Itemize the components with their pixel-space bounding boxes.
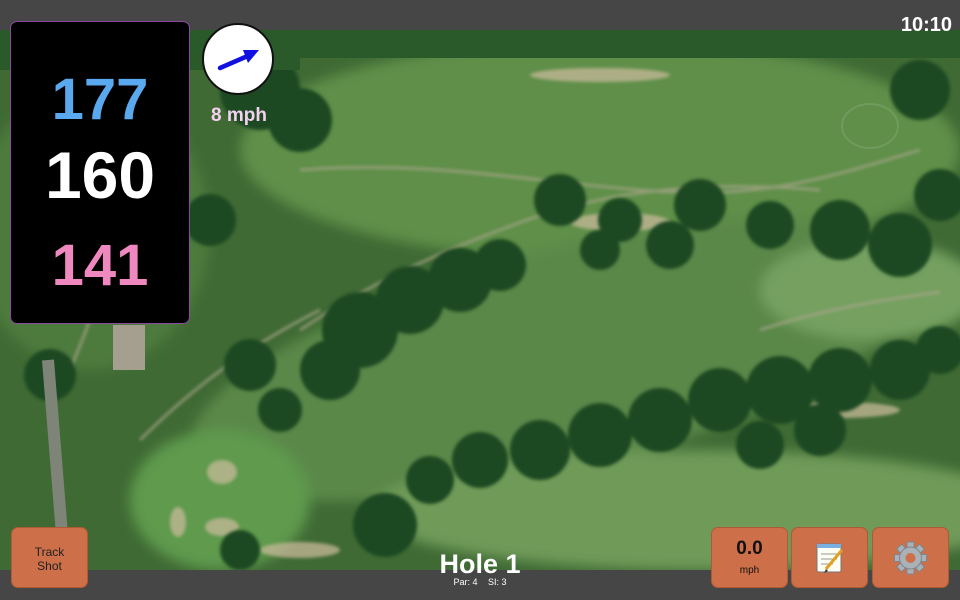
back-distance: 177 <box>51 67 149 132</box>
hole-par: Par: 4 <box>453 577 478 587</box>
hole-title: Hole 1 <box>439 549 521 579</box>
notes-button[interactable] <box>792 528 867 587</box>
wind-arrow-icon <box>217 50 259 71</box>
notepad-icon <box>816 543 844 573</box>
speed-value: 0.0 <box>736 538 763 559</box>
track-shot-label-line1: Track <box>34 545 65 559</box>
middle-distance: 160 <box>44 138 156 212</box>
distance-panel: 177 160 141 <box>11 22 189 323</box>
wind-direction-dial[interactable] <box>202 23 274 95</box>
track-shot-label-line2: Shot <box>37 559 62 573</box>
hole-stroke-index: SI: 3 <box>488 577 507 587</box>
hole-info: Par: 4 SI: 3 <box>380 577 580 587</box>
speed-unit: mph <box>739 565 760 576</box>
track-shot-button[interactable]: Track Shot <box>12 528 87 587</box>
front-distance: 141 <box>51 233 149 298</box>
status-time: 10:10 <box>900 14 952 36</box>
speed-button[interactable]: 0.0 mph <box>712 528 787 587</box>
settings-button[interactable] <box>873 528 948 587</box>
gear-icon <box>894 541 927 575</box>
wind-speed-label: 8 mph <box>211 105 267 126</box>
